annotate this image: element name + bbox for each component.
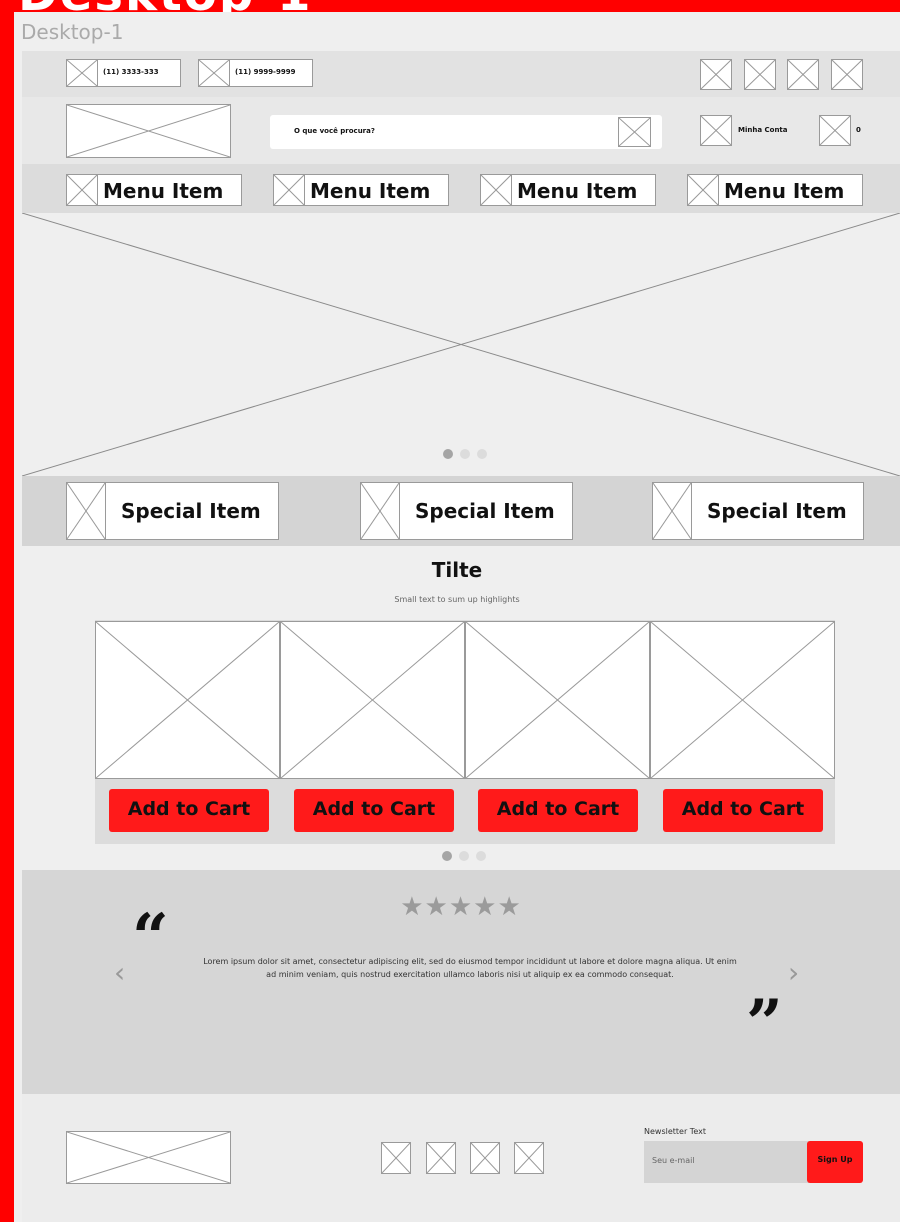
menu-item-icon bbox=[66, 174, 98, 206]
carousel-dot[interactable] bbox=[459, 851, 469, 861]
search-icon[interactable] bbox=[618, 117, 651, 147]
carousel-dot[interactable] bbox=[442, 851, 452, 861]
add-to-cart-button[interactable]: Add to Cart bbox=[109, 789, 269, 832]
testimonial-text: Lorem ipsum dolor sit amet, consectetur … bbox=[203, 957, 737, 979]
special-item-label: Special Item bbox=[121, 499, 261, 523]
sign-up-label: Sign Up bbox=[817, 1155, 853, 1164]
phone-number-1: (11) 3333-333 bbox=[103, 68, 159, 76]
add-to-cart-button[interactable]: Add to Cart bbox=[294, 789, 454, 832]
hero-carousel-dots[interactable] bbox=[443, 449, 493, 459]
carousel-dot[interactable] bbox=[476, 851, 486, 861]
product-image[interactable] bbox=[280, 621, 465, 779]
quote-open-icon: “ bbox=[132, 900, 169, 975]
facebook-icon[interactable] bbox=[700, 59, 732, 90]
sign-up-button[interactable]: Sign Up bbox=[807, 1141, 863, 1183]
special-item-2[interactable]: Special Item bbox=[360, 482, 573, 540]
canvas-title: Desktop-1 bbox=[18, 0, 313, 12]
menu-item-4[interactable]: Menu Item bbox=[687, 174, 863, 206]
add-to-cart-label: Add to Cart bbox=[127, 798, 251, 820]
add-to-cart-button[interactable]: Add to Cart bbox=[478, 789, 638, 832]
twitter-icon[interactable] bbox=[787, 59, 819, 90]
menu-item-icon bbox=[480, 174, 512, 206]
product-carousel-dots[interactable] bbox=[442, 851, 492, 861]
search-placeholder: O que você procura? bbox=[294, 127, 375, 135]
menu-item-icon bbox=[687, 174, 719, 206]
hero-image-placeholder bbox=[22, 213, 900, 476]
twitter-icon[interactable] bbox=[470, 1142, 500, 1174]
quote-close-icon: ” bbox=[746, 986, 783, 1061]
canvas-title-strip: Desktop-1 bbox=[0, 0, 900, 12]
phone-contact-2[interactable]: (11) 9999-9999 bbox=[198, 59, 313, 87]
chevron-left-icon[interactable]: ‹ bbox=[114, 956, 125, 989]
menu-item-label: Menu Item bbox=[103, 179, 224, 203]
carousel-dot[interactable] bbox=[443, 449, 453, 459]
menu-item-1[interactable]: Menu Item bbox=[66, 174, 242, 206]
instagram-icon[interactable] bbox=[426, 1142, 456, 1174]
menu-item-2[interactable]: Menu Item bbox=[273, 174, 449, 206]
search-input[interactable]: O que você procura? bbox=[270, 115, 662, 149]
artboard-label: Desktop-1 bbox=[21, 20, 124, 44]
special-item-icon bbox=[360, 482, 400, 540]
main-menu: Menu Item Menu Item Menu Item Menu Item bbox=[22, 164, 900, 213]
youtube-icon[interactable] bbox=[514, 1142, 544, 1174]
hero-banner[interactable] bbox=[22, 213, 900, 476]
menu-item-label: Menu Item bbox=[517, 179, 638, 203]
testimonial-section: ★★★★★ “ ‹ Lorem ipsum dolor sit amet, co… bbox=[22, 870, 900, 1094]
product-image[interactable] bbox=[465, 621, 650, 779]
special-items-bar: Special Item Special Item Special Item bbox=[22, 476, 900, 546]
whatsapp-icon bbox=[198, 59, 230, 87]
header-main: O que você procura? Minha Conta 0 bbox=[22, 97, 900, 164]
chevron-right-icon[interactable]: › bbox=[788, 956, 799, 989]
menu-item-label: Menu Item bbox=[310, 179, 431, 203]
footer-logo-image[interactable] bbox=[66, 1131, 231, 1184]
product-image[interactable] bbox=[650, 621, 835, 779]
phone-number-2: (11) 9999-9999 bbox=[235, 68, 296, 76]
logo-image[interactable] bbox=[66, 104, 231, 158]
special-item-3[interactable]: Special Item bbox=[652, 482, 864, 540]
cart-count: 0 bbox=[856, 126, 861, 134]
carousel-dot[interactable] bbox=[477, 449, 487, 459]
special-item-label: Special Item bbox=[707, 499, 847, 523]
menu-item-icon bbox=[273, 174, 305, 206]
special-item-icon bbox=[66, 482, 106, 540]
youtube-icon[interactable] bbox=[831, 59, 863, 90]
email-placeholder: Seu e-mail bbox=[652, 1156, 695, 1165]
special-item-1[interactable]: Special Item bbox=[66, 482, 279, 540]
account-link[interactable]: Minha Conta bbox=[738, 126, 788, 134]
footer: Newsletter Text Seu e-mail Sign Up bbox=[22, 1094, 900, 1222]
phone-icon bbox=[66, 59, 98, 87]
facebook-icon[interactable] bbox=[381, 1142, 411, 1174]
top-bar: (11) 3333-333 (11) 9999-9999 bbox=[22, 51, 900, 97]
special-item-icon bbox=[652, 482, 692, 540]
special-item-label: Special Item bbox=[415, 499, 555, 523]
phone-contact-1[interactable]: (11) 3333-333 bbox=[66, 59, 181, 87]
add-to-cart-label: Add to Cart bbox=[681, 798, 805, 820]
cart-icon[interactable] bbox=[819, 115, 851, 146]
add-to-cart-label: Add to Cart bbox=[312, 798, 436, 820]
carousel-dot[interactable] bbox=[460, 449, 470, 459]
user-icon[interactable] bbox=[700, 115, 732, 146]
add-to-cart-button[interactable]: Add to Cart bbox=[663, 789, 823, 832]
menu-item-label: Menu Item bbox=[724, 179, 845, 203]
add-to-cart-label: Add to Cart bbox=[496, 798, 620, 820]
newsletter-email-input[interactable]: Seu e-mail bbox=[644, 1141, 809, 1183]
newsletter-label: Newsletter Text bbox=[644, 1127, 706, 1136]
instagram-icon[interactable] bbox=[744, 59, 776, 90]
highlights-subtitle: Small text to sum up highlights bbox=[394, 595, 520, 604]
artboard: Desktop-1 (11) 3333-333 (11) 9999-9999 O… bbox=[14, 12, 900, 1222]
highlights-title: Tilte bbox=[431, 558, 483, 582]
menu-item-3[interactable]: Menu Item bbox=[480, 174, 656, 206]
product-image[interactable] bbox=[95, 621, 280, 779]
